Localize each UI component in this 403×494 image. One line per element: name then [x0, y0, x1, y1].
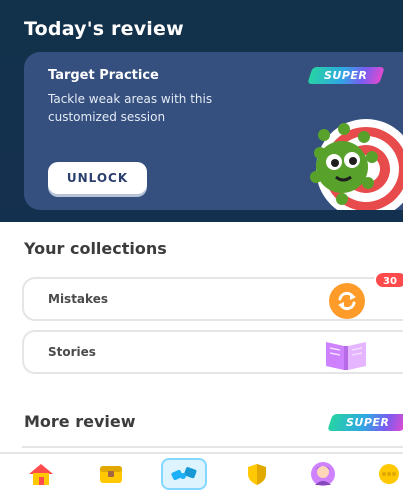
unlock-button[interactable]: UNLOCK: [48, 162, 147, 194]
more-review-heading: More review: [24, 412, 136, 431]
book-icon: [326, 342, 366, 370]
home-icon: [29, 464, 53, 485]
nav-leagues[interactable]: [240, 459, 274, 489]
shield-icon: [248, 464, 266, 485]
chest-icon: [100, 466, 122, 483]
collections-heading: Your collections: [24, 239, 167, 258]
super-badge: SUPER: [327, 414, 403, 431]
practice-icon: [171, 467, 197, 481]
card-title: Target Practice: [48, 68, 159, 83]
page-title: Today's review: [24, 18, 184, 40]
nav-more[interactable]: [372, 459, 403, 489]
super-badge-label: SUPER: [346, 416, 390, 429]
card-description: Tackle weak areas with this customized s…: [48, 92, 213, 124]
target-practice-card[interactable]: Target Practice Tackle weak areas with t…: [24, 52, 403, 210]
more-icon: [379, 464, 399, 484]
target-mascot-icon: [310, 119, 403, 210]
refresh-icon: [329, 283, 365, 319]
nav-chest[interactable]: [94, 459, 128, 489]
profile-icon: [311, 462, 335, 486]
bottom-navigation: [0, 452, 403, 494]
collection-item-label: Stories: [48, 345, 96, 359]
super-badge: SUPER: [307, 67, 385, 84]
nav-home[interactable]: [24, 459, 58, 489]
nav-profile[interactable]: [306, 459, 340, 489]
nav-practice[interactable]: [161, 458, 207, 490]
super-badge-label: SUPER: [324, 69, 368, 82]
collection-item-label: Mistakes: [48, 292, 108, 306]
mistakes-count-badge: 30: [374, 271, 403, 289]
